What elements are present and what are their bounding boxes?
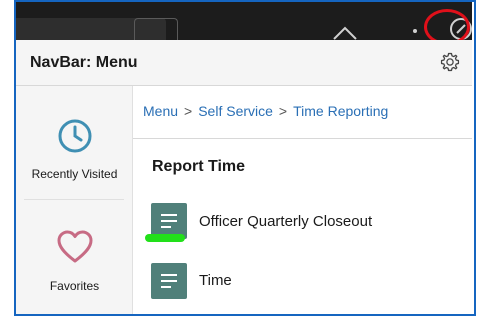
breadcrumb: Menu > Self Service > Time Reporting: [143, 103, 388, 119]
breadcrumb-menu-link[interactable]: Menu: [143, 103, 178, 119]
heart-icon: [57, 230, 92, 263]
navbar-sidebar: Recently Visited Favorites: [16, 86, 133, 314]
list-item-label: Officer Quarterly Closeout: [199, 213, 373, 230]
document-lines-icon: [151, 263, 187, 299]
home-icon[interactable]: [332, 24, 358, 40]
breadcrumb-time-reporting[interactable]: Time Reporting: [293, 103, 388, 119]
top-banner: [16, 2, 472, 40]
sidebar-item-label: Recently Visited: [31, 167, 118, 181]
chevron-right-icon: >: [278, 103, 288, 119]
divider: [133, 138, 472, 139]
annotation-highlight: [145, 234, 185, 242]
sidebar-item-favorites[interactable]: Favorites: [16, 228, 133, 293]
sidebar-divider: [24, 199, 124, 200]
section-title: Report Time: [152, 158, 246, 175]
clock-icon: [58, 119, 91, 153]
breadcrumb-self-service-link[interactable]: Self Service: [198, 103, 273, 119]
navbar-title: NavBar: Menu: [30, 54, 138, 71]
chevron-right-icon: >: [184, 103, 193, 119]
navbar-header: NavBar: Menu: [16, 40, 472, 86]
navbar-content: Menu > Self Service > Time Reporting Report …: [133, 86, 472, 314]
sidebar-item-recently-visited[interactable]: Recently Visited: [16, 116, 133, 181]
list-item-label: Time: [199, 272, 232, 289]
gear-icon[interactable]: [439, 51, 461, 73]
sidebar-item-label: Favorites: [49, 279, 100, 293]
actions-menu-icon[interactable]: [413, 29, 417, 33]
search-button[interactable]: [134, 18, 178, 40]
